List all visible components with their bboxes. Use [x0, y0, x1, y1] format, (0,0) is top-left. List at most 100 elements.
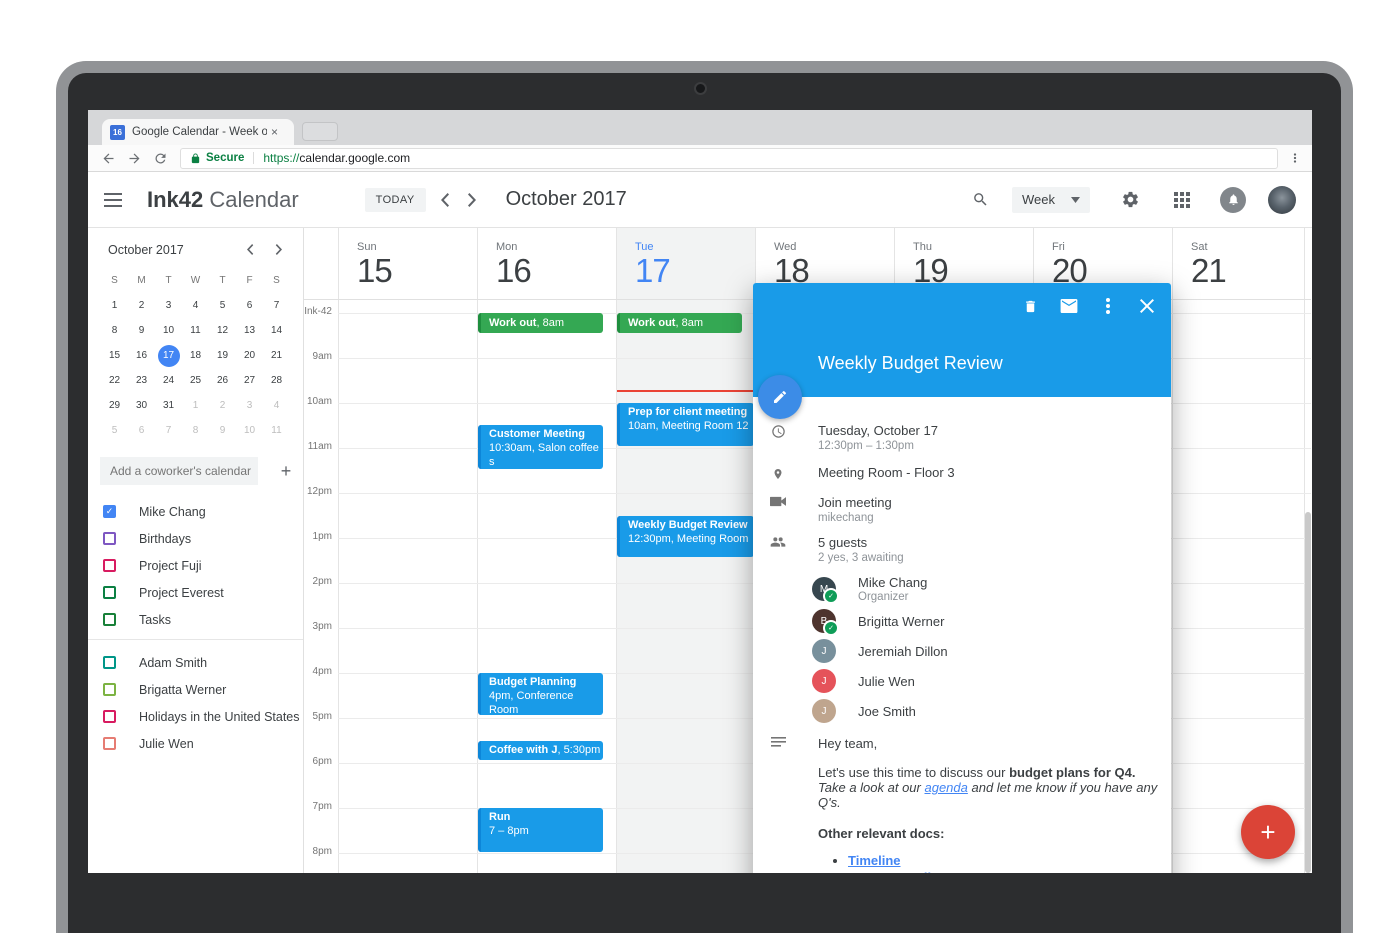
mini-cal-day[interactable]: 4	[263, 393, 290, 418]
mini-cal-selected-day[interactable]: 17	[158, 345, 180, 367]
prev-week-icon[interactable]	[434, 188, 458, 212]
tab-close-icon[interactable]: ×	[271, 125, 278, 139]
mini-cal-day[interactable]: 7	[263, 293, 290, 318]
calendar-checkbox[interactable]	[103, 656, 116, 669]
mini-cal-day[interactable]: 17	[155, 343, 182, 368]
search-icon[interactable]	[968, 188, 992, 212]
agenda-link[interactable]: agenda	[924, 780, 967, 795]
mini-cal-day[interactable]: 11	[182, 318, 209, 343]
calendar-event[interactable]: Work out, 8am	[617, 313, 742, 333]
calendar-list-item[interactable]: Project Everest	[88, 579, 303, 606]
mini-cal-day[interactable]: 23	[128, 368, 155, 393]
main-menu-icon[interactable]	[101, 188, 125, 212]
notifications-bell-icon[interactable]	[1220, 187, 1246, 213]
today-button[interactable]: TODAY	[365, 188, 426, 212]
calendar-checkbox[interactable]	[103, 586, 116, 599]
calendar-checkbox[interactable]	[103, 559, 116, 572]
calendar-checkbox[interactable]	[103, 683, 116, 696]
create-event-fab[interactable]: +	[1241, 805, 1295, 859]
calendar-list-item[interactable]: Brigatta Werner	[88, 676, 303, 703]
new-tab-button[interactable]	[302, 122, 338, 141]
calendar-event[interactable]: Budget Planning4pm, Conference Room	[478, 673, 603, 715]
mini-cal-day[interactable]: 10	[236, 418, 263, 443]
calendar-event[interactable]: Weekly Budget Review12:30pm, Meeting Roo…	[617, 516, 754, 557]
mini-cal-day[interactable]: 28	[263, 368, 290, 393]
mini-cal-day[interactable]: 2	[128, 293, 155, 318]
calendar-checkbox[interactable]: ✓	[103, 505, 116, 518]
scrollbar-thumb[interactable]	[1305, 512, 1311, 873]
mini-cal-day[interactable]: 10	[155, 318, 182, 343]
mini-cal-day[interactable]: 6	[236, 293, 263, 318]
mini-cal-day[interactable]: 5	[101, 418, 128, 443]
day-header-mon[interactable]: Mon16	[478, 228, 616, 299]
mini-cal-day[interactable]: 7	[155, 418, 182, 443]
mini-cal-day[interactable]: 8	[101, 318, 128, 343]
mini-cal-day[interactable]: 1	[182, 393, 209, 418]
browser-menu-icon[interactable]	[1288, 151, 1302, 165]
mini-cal-day[interactable]: 22	[101, 368, 128, 393]
browser-tab[interactable]: 16 Google Calendar - Week of Oc ×	[102, 119, 294, 145]
calendar-list-item[interactable]: ✓Mike Chang	[88, 498, 303, 525]
calendar-event[interactable]: Customer Meeting10:30am, Salon coffee s	[478, 425, 603, 469]
mini-cal-next-icon[interactable]	[268, 239, 288, 259]
mini-cal-day[interactable]: 6	[128, 418, 155, 443]
mini-cal-day[interactable]: 24	[155, 368, 182, 393]
mini-cal-day[interactable]: 25	[182, 368, 209, 393]
mini-cal-day[interactable]: 9	[209, 418, 236, 443]
mini-cal-day[interactable]: 20	[236, 343, 263, 368]
calendar-list-item[interactable]: Birthdays	[88, 525, 303, 552]
close-icon[interactable]	[1137, 296, 1157, 316]
edit-pencil-button[interactable]	[758, 375, 802, 419]
mini-cal-day[interactable]: 29	[101, 393, 128, 418]
add-coworker-calendar-input[interactable]: Add a coworker's calendar	[100, 457, 258, 485]
mini-cal-day[interactable]: 13	[236, 318, 263, 343]
calendar-checkbox[interactable]	[103, 532, 116, 545]
forward-icon[interactable]	[124, 148, 144, 168]
mini-cal-day[interactable]: 16	[128, 343, 155, 368]
apps-grid-icon[interactable]	[1170, 188, 1194, 212]
mini-cal-day[interactable]: 11	[263, 418, 290, 443]
back-icon[interactable]	[98, 148, 118, 168]
calendar-checkbox[interactable]	[103, 613, 116, 626]
calendar-checkbox[interactable]	[103, 737, 116, 750]
join-meeting-link[interactable]: Join meeting	[818, 495, 892, 510]
add-calendar-plus-icon[interactable]: +	[272, 457, 300, 485]
mini-cal-day[interactable]: 14	[263, 318, 290, 343]
calendar-list-item[interactable]: Tasks	[88, 606, 303, 633]
mini-cal-day[interactable]: 15	[101, 343, 128, 368]
mini-cal-day[interactable]: 8	[182, 418, 209, 443]
mini-cal-day[interactable]: 1	[101, 293, 128, 318]
calendar-event[interactable]: Work out, 8am	[478, 313, 603, 333]
mini-cal-day[interactable]: 31	[155, 393, 182, 418]
user-avatar[interactable]	[1268, 186, 1296, 214]
mini-cal-day[interactable]: 4	[182, 293, 209, 318]
mini-cal-day[interactable]: 5	[209, 293, 236, 318]
email-guests-icon[interactable]	[1059, 296, 1079, 316]
day-header-tue[interactable]: Tue17	[617, 228, 755, 299]
calendar-list-item[interactable]: Project Fuji	[88, 552, 303, 579]
settings-gear-icon[interactable]	[1118, 188, 1142, 212]
mini-cal-day[interactable]: 26	[209, 368, 236, 393]
mini-cal-prev-icon[interactable]	[240, 239, 260, 259]
mini-cal-day[interactable]: 18	[182, 343, 209, 368]
day-header-sun[interactable]: Sun15	[339, 228, 477, 299]
mini-cal-day[interactable]: 30	[128, 393, 155, 418]
calendar-checkbox[interactable]	[103, 710, 116, 723]
mini-cal-day[interactable]: 21	[263, 343, 290, 368]
calendar-event[interactable]: Coffee with J, 5:30pm	[478, 741, 603, 760]
calendar-list-item[interactable]: Holidays in the United States	[88, 703, 303, 730]
calendar-event[interactable]: Run7 – 8pm	[478, 808, 603, 852]
doc-link[interactable]: Timeline	[848, 853, 901, 868]
mini-cal-day[interactable]: 9	[128, 318, 155, 343]
mini-cal-day[interactable]: 19	[209, 343, 236, 368]
mini-cal-day[interactable]: 3	[236, 393, 263, 418]
calendar-event[interactable]: Prep for client meeting10am, Meeting Roo…	[617, 403, 754, 446]
calendar-list-item[interactable]: Julie Wen	[88, 730, 303, 757]
delete-trash-icon[interactable]	[1020, 296, 1040, 316]
reload-icon[interactable]	[150, 148, 170, 168]
mini-cal-day[interactable]: 27	[236, 368, 263, 393]
calendar-list-item[interactable]: Adam Smith	[88, 649, 303, 676]
view-selector[interactable]: Week	[1012, 187, 1090, 213]
more-options-kebab-icon[interactable]	[1098, 296, 1118, 316]
next-week-icon[interactable]	[460, 188, 484, 212]
